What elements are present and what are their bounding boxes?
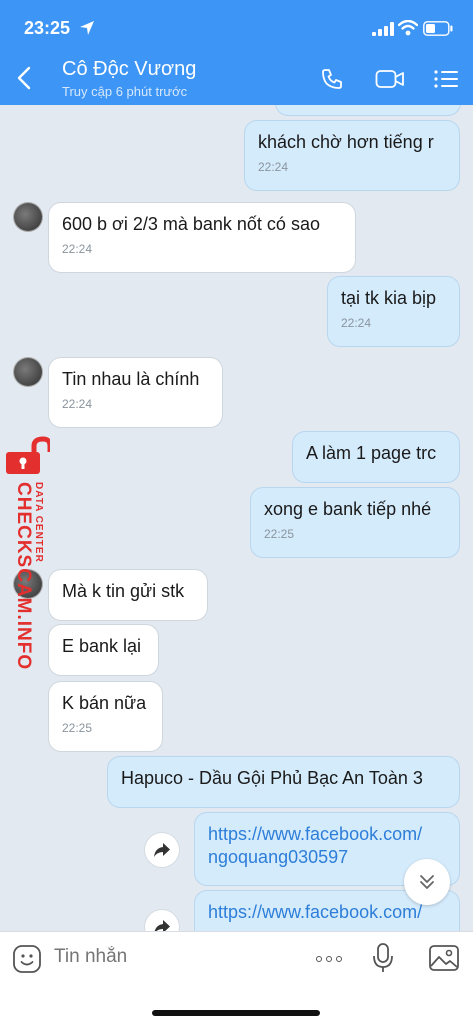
- nav-bar: Cô Độc Vương Truy cập 6 phút trước: [0, 52, 473, 104]
- message-text: 600 b ơi 2/3 mà bank nốt có sao: [62, 214, 320, 234]
- message-input[interactable]: [54, 946, 274, 968]
- message-bubble-incoming[interactable]: E bank lại: [49, 625, 158, 675]
- message-list[interactable]: khách chờ hơn tiếng r 22:24 600 b ơi 2/3…: [0, 105, 473, 931]
- share-arrow-icon: [154, 843, 170, 857]
- contact-avatar[interactable]: [14, 358, 42, 386]
- message-time: 22:25: [264, 526, 295, 541]
- message-text: A làm 1 page trc: [306, 443, 437, 463]
- padlock-icon: [6, 436, 50, 474]
- cellular-signal-icon: [372, 22, 394, 36]
- message-link[interactable]: https://www.facebook.com/: [208, 823, 446, 846]
- video-call-button[interactable]: [372, 64, 408, 94]
- more-options-button[interactable]: [312, 946, 346, 972]
- message-bubble-outgoing[interactable]: Hapuco - Dầu Gội Phủ Bạc An Toàn 3: [108, 757, 459, 807]
- watermark-subtitle: DATA CENTER: [33, 482, 44, 563]
- message-time: 22:25: [62, 720, 93, 735]
- message-text: Mà k tin gửi stk: [62, 581, 185, 601]
- list-menu-icon: [434, 70, 458, 88]
- chevron-left-icon: [17, 66, 31, 90]
- microphone-icon[interactable]: [372, 942, 394, 974]
- status-bar: 23:25: [0, 14, 473, 42]
- watermark-site: CHECKSCAM.INFO: [13, 482, 34, 671]
- message-text: tại tk kia bịp: [341, 288, 437, 308]
- dot-icon: [326, 956, 332, 962]
- chat-header: 23:25 Cô Độc Vương Truy cập 6 phút trước: [0, 0, 473, 105]
- double-chevron-down-icon: [420, 875, 434, 889]
- home-indicator[interactable]: [152, 1010, 320, 1016]
- chat-options-button[interactable]: [428, 64, 464, 94]
- message-time: 22:24: [62, 241, 93, 256]
- emoji-icon[interactable]: [12, 944, 42, 974]
- message-text: K bán nữa: [62, 693, 147, 713]
- image-gallery-icon[interactable]: [428, 944, 460, 972]
- message-text: E bank lại: [62, 636, 142, 656]
- share-button[interactable]: [145, 910, 179, 931]
- status-time: 23:25: [24, 18, 71, 38]
- video-camera-icon: [375, 70, 404, 88]
- message-input-bar: [0, 931, 473, 1024]
- battery-icon: [423, 21, 453, 36]
- dot-icon: [316, 956, 322, 962]
- message-text: khách chờ hơn tiếng r: [258, 132, 434, 152]
- dot-icon: [336, 956, 342, 962]
- message-text: Tin nhau là chính: [62, 369, 200, 389]
- message-text: xong e bank tiếp nhé: [264, 499, 432, 519]
- contact-name[interactable]: Cô Độc Vương: [62, 58, 196, 81]
- message-text: Hapuco - Dầu Gội Phủ Bạc An Toàn 3: [121, 768, 423, 788]
- last-seen-status: Truy cập 6 phút trước: [62, 84, 188, 99]
- message-time: 22:24: [258, 159, 289, 174]
- voice-call-button[interactable]: [314, 64, 350, 94]
- message-bubble-outgoing[interactable]: A làm 1 page trc: [293, 432, 459, 482]
- scroll-to-bottom-button[interactable]: [404, 859, 450, 905]
- phone-icon: [322, 69, 342, 89]
- message-bubble-outgoing[interactable]: tại tk kia bịp 22:24: [328, 277, 459, 346]
- share-arrow-icon: [154, 920, 170, 931]
- message-bubble-partial[interactable]: [276, 105, 460, 115]
- message-bubble-outgoing[interactable]: khách chờ hơn tiếng r 22:24: [245, 121, 459, 190]
- share-button[interactable]: [145, 833, 179, 867]
- wifi-icon: [398, 20, 418, 36]
- message-link[interactable]: https://www.facebook.com/: [208, 901, 446, 924]
- message-bubble-incoming[interactable]: 600 b ơi 2/3 mà bank nốt có sao 22:24: [49, 203, 355, 272]
- location-arrow-icon: [80, 21, 94, 35]
- message-bubble-incoming[interactable]: Mà k tin gửi stk: [49, 570, 207, 620]
- message-bubble-outgoing[interactable]: xong e bank tiếp nhé 22:25: [251, 488, 459, 557]
- contact-avatar[interactable]: [14, 203, 42, 231]
- message-bubble-incoming[interactable]: Tin nhau là chính 22:24: [49, 358, 222, 427]
- watermark: CHECKSCAM.INFO DATA CENTER: [0, 430, 60, 670]
- message-time: 22:24: [341, 315, 372, 330]
- message-bubble-incoming[interactable]: K bán nữa 22:25: [49, 682, 162, 751]
- message-time: 22:24: [62, 396, 93, 411]
- back-button[interactable]: [10, 62, 38, 94]
